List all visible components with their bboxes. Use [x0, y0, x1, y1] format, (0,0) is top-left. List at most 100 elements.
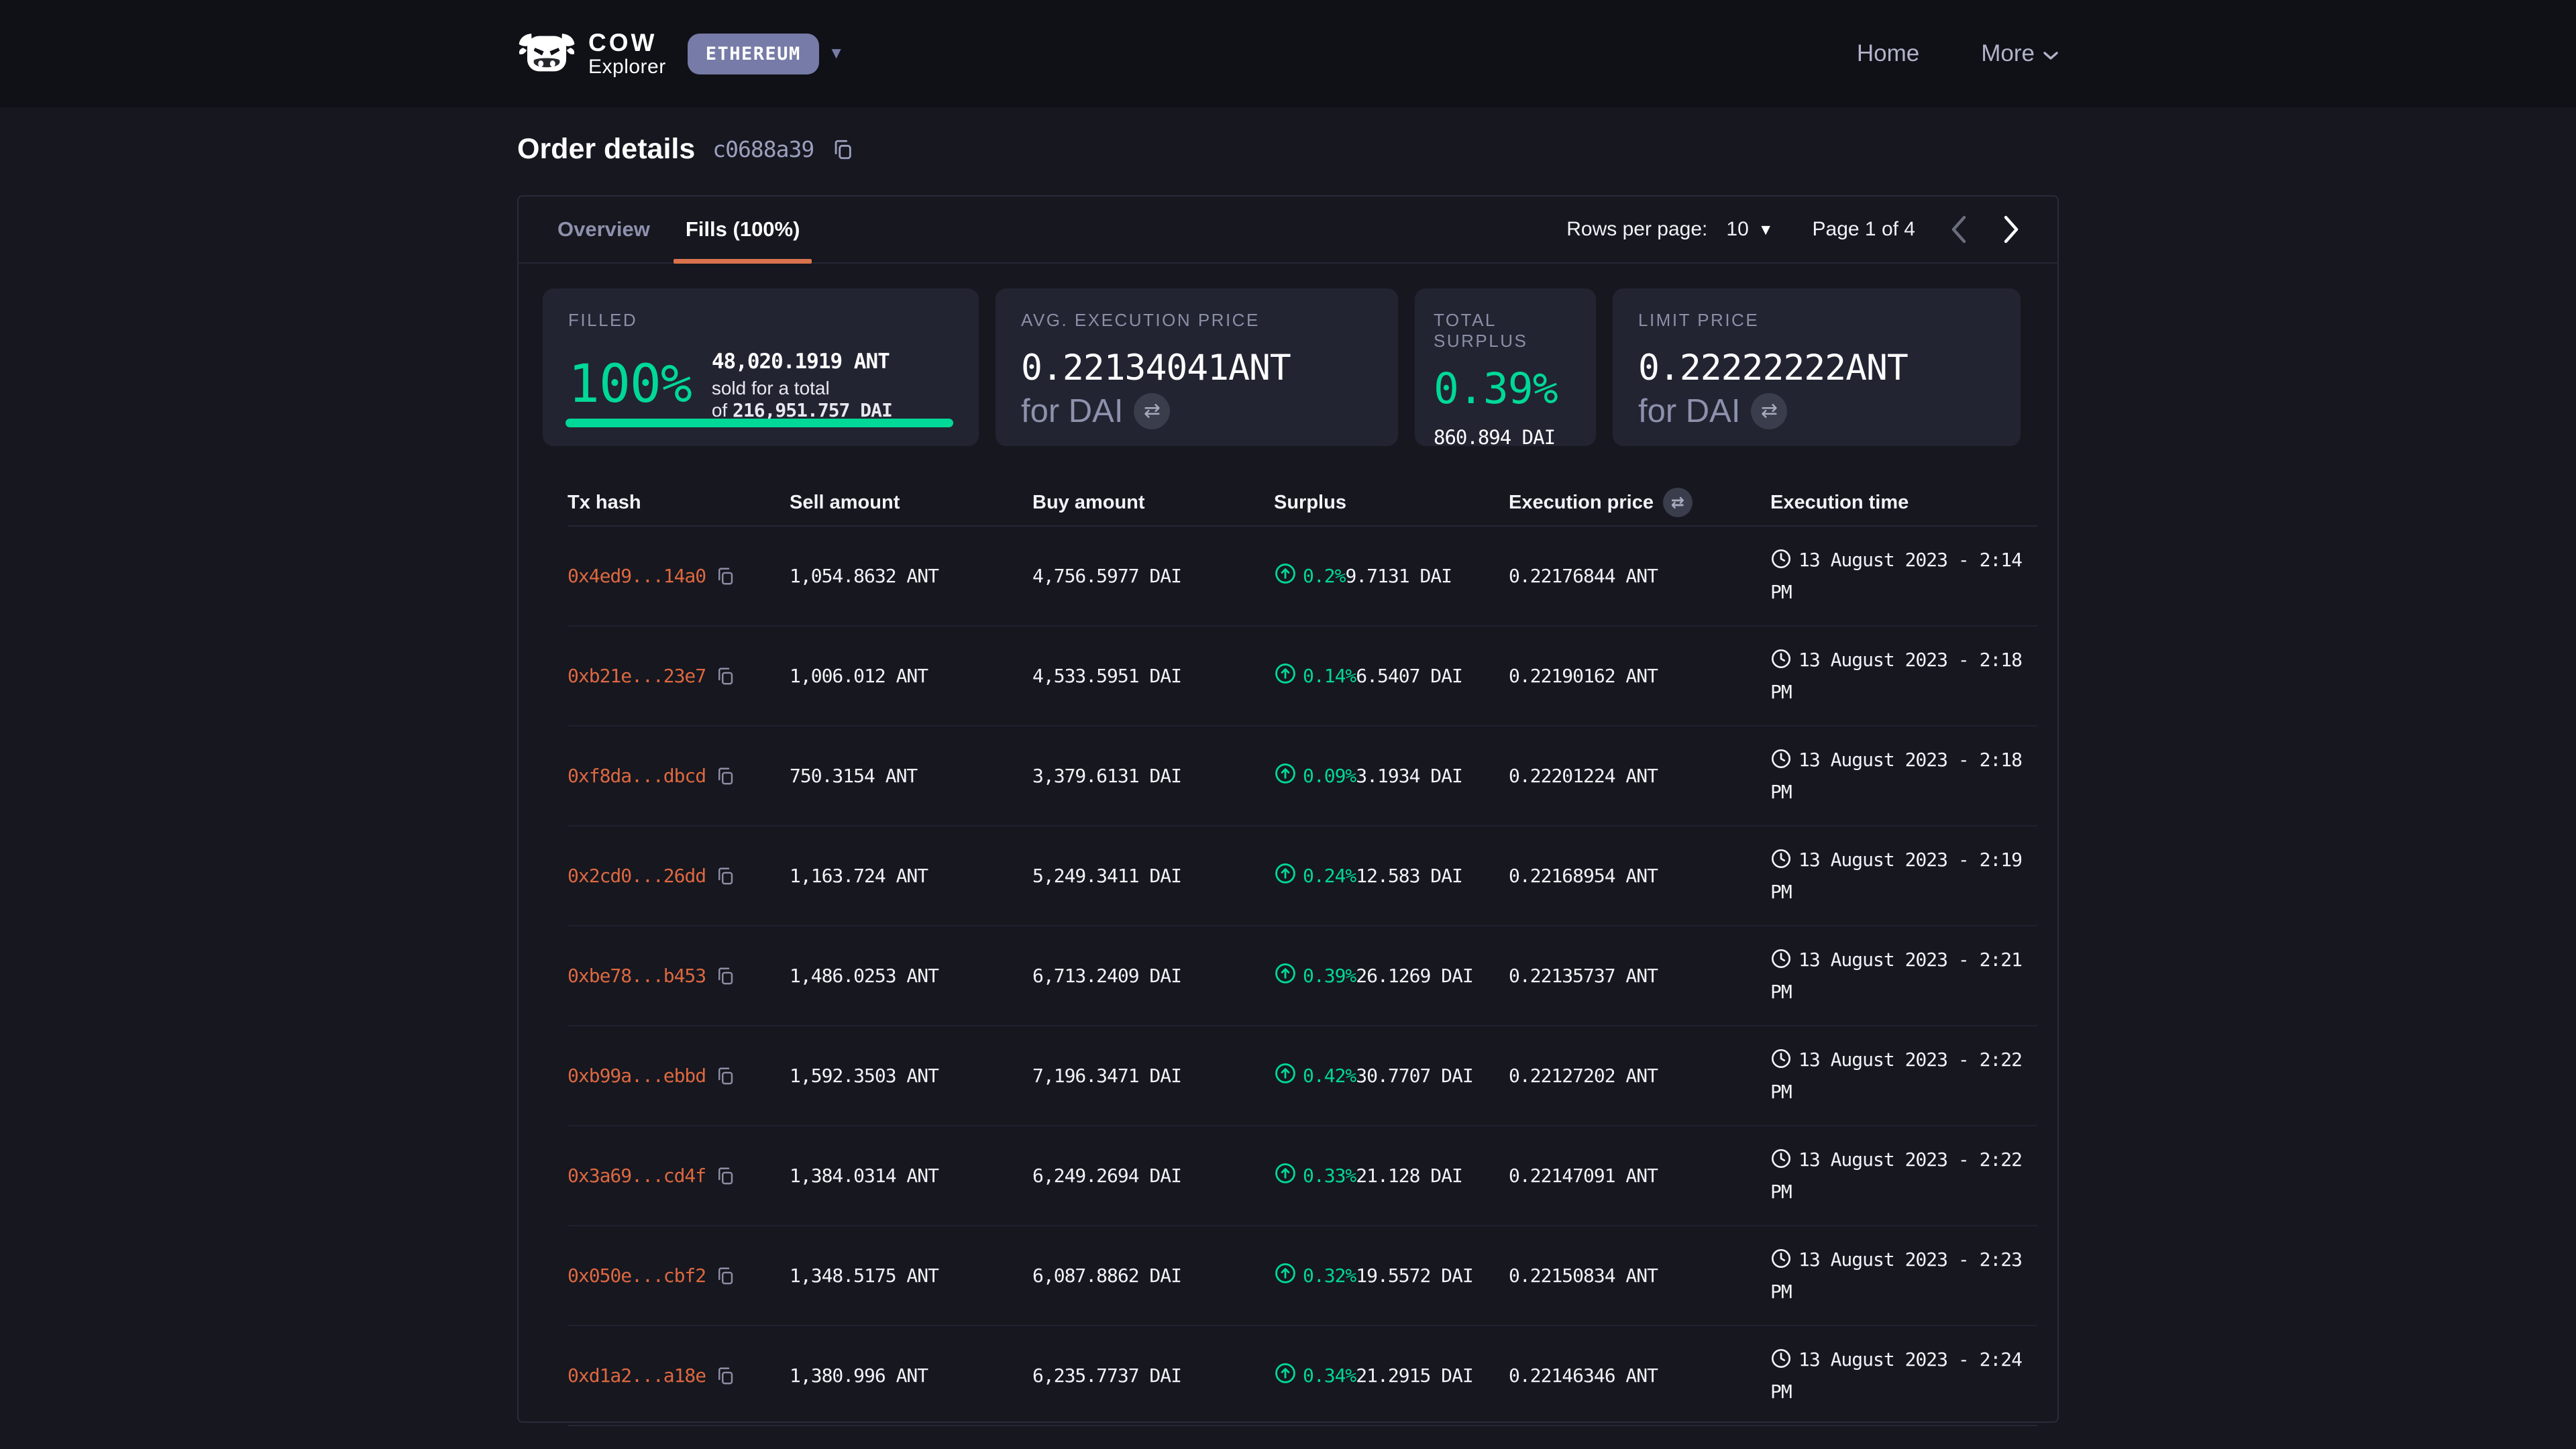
execution-time: 13 August 2023 - 2:22 PM [1770, 1145, 2037, 1207]
copy-tx-button[interactable] [715, 866, 735, 886]
surplus-amount: 21.128 DAI [1356, 1165, 1462, 1187]
tx-hash-link[interactable]: 0x2cd0...26dd [568, 865, 706, 887]
surplus-percent: 0.39% [1303, 965, 1356, 987]
sell-amount: 1,380.996 ANT [790, 1364, 1032, 1387]
execution-price: 0.22201224 ANT [1509, 765, 1770, 787]
filled-card: FILLED 100% 48,020.1919 ANT sold for a t… [543, 288, 979, 446]
sell-amount: 1,054.8632 ANT [790, 565, 1032, 587]
clock-icon [1770, 1052, 1792, 1074]
copy-tx-button[interactable] [715, 966, 735, 986]
next-page-button[interactable] [2002, 214, 2020, 245]
table-row: 0xb99a...ebbd 1,592.3503 ANT 7,196.3471 … [568, 1026, 2037, 1126]
buy-amount: 5,249.3411 DAI [1032, 865, 1274, 887]
tx-hash-link[interactable]: 0xd1a2...a18e [568, 1364, 706, 1387]
page-title: Order details [517, 133, 695, 166]
surplus-amount: 12.583 DAI [1356, 865, 1462, 887]
copy-tx-button[interactable] [715, 1066, 735, 1086]
clock-icon [1770, 1352, 1792, 1374]
execution-price: 0.22176844 ANT [1509, 565, 1770, 587]
surplus-amount: 3.1934 DAI [1356, 765, 1462, 787]
avg-price-label: AVG. EXECUTION PRICE [1021, 310, 1373, 331]
buy-amount: 6,087.8862 DAI [1032, 1265, 1274, 1287]
col-surplus: Surplus [1274, 492, 1509, 514]
tx-hash-link[interactable]: 0x3a69...cd4f [568, 1165, 706, 1187]
tx-hash-link[interactable]: 0xbe78...b453 [568, 965, 706, 987]
limit-price-unit: for DAI [1638, 392, 1740, 430]
surplus-percent: 0.42% [1303, 1065, 1356, 1087]
sell-amount: 1,163.724 ANT [790, 865, 1032, 887]
clock-icon [1770, 1152, 1792, 1174]
surplus-amount: 26.1269 DAI [1356, 965, 1472, 987]
buy-amount: 6,235.7737 DAI [1032, 1364, 1274, 1387]
copy-order-id-button[interactable] [831, 138, 854, 161]
cow-explorer-logo[interactable]: COW Explorer [517, 30, 666, 77]
execution-price: 0.22190162 ANT [1509, 665, 1770, 687]
table-row: 0xbe78...b453 1,486.0253 ANT 6,713.2409 … [568, 926, 2037, 1026]
network-badge[interactable]: ETHEREUM [688, 34, 819, 74]
avg-price-value: 0.22134041ANT [1021, 347, 1373, 390]
tabs: Overview Fills (100%) [545, 197, 812, 262]
limit-price-label: LIMIT PRICE [1638, 310, 1995, 331]
sell-amount: 1,486.0253 ANT [790, 965, 1032, 987]
table-row: 0xb21e...23e7 1,006.012 ANT 4,533.5951 D… [568, 627, 2037, 727]
execution-price: 0.22168954 ANT [1509, 865, 1770, 887]
surplus-percent: 0.32% [1303, 1265, 1356, 1287]
buy-amount: 7,196.3471 DAI [1032, 1065, 1274, 1087]
fills-table: Tx hash Sell amount Buy amount Surplus E… [519, 480, 2057, 1426]
pagination: Rows per page: 10 ▼ Page 1 of 4 [1566, 214, 2020, 245]
swap-currency-icon[interactable]: ⇄ [1134, 393, 1170, 429]
tx-hash-link[interactable]: 0x050e...cbf2 [568, 1265, 706, 1287]
tab-fills[interactable]: Fills (100%) [674, 197, 812, 262]
buy-amount: 4,533.5951 DAI [1032, 665, 1274, 687]
order-panel: Overview Fills (100%) Rows per page: 10 … [517, 195, 2059, 1423]
order-id: c0688a39 [712, 136, 814, 162]
execution-time: 13 August 2023 - 2:22 PM [1770, 1045, 2037, 1107]
col-buy-amount: Buy amount [1032, 492, 1274, 514]
total-surplus-percent: 0.39% [1434, 368, 1577, 410]
tx-hash-link[interactable]: 0xb21e...23e7 [568, 665, 706, 687]
copy-tx-button[interactable] [715, 666, 735, 686]
col-sell-amount: Sell amount [790, 492, 1032, 514]
clock-icon [1770, 752, 1792, 774]
clock-icon [1770, 1252, 1792, 1274]
surplus-percent: 0.34% [1303, 1364, 1356, 1387]
tab-overview[interactable]: Overview [545, 197, 662, 262]
swap-currency-icon[interactable]: ⇄ [1751, 393, 1787, 429]
surplus-percent: 0.33% [1303, 1165, 1356, 1187]
surplus-up-icon [1274, 962, 1297, 989]
copy-tx-button[interactable] [715, 1166, 735, 1186]
tx-hash-link[interactable]: 0xf8da...dbcd [568, 765, 706, 787]
logo-title: COW [588, 30, 666, 56]
execution-time: 13 August 2023 - 2:18 PM [1770, 645, 2037, 707]
filled-sold-total: sold for a total of 216,951.757 DAI [712, 378, 953, 421]
copy-tx-button[interactable] [715, 1366, 735, 1386]
swap-price-unit-icon[interactable]: ⇄ [1663, 488, 1693, 517]
copy-tx-button[interactable] [715, 1266, 735, 1286]
buy-amount: 6,713.2409 DAI [1032, 965, 1274, 987]
execution-time: 13 August 2023 - 2:19 PM [1770, 845, 2037, 907]
table-row: 0x3a69...cd4f 1,384.0314 ANT 6,249.2694 … [568, 1126, 2037, 1226]
sell-amount: 750.3154 ANT [790, 765, 1032, 787]
execution-time: 13 August 2023 - 2:21 PM [1770, 945, 2037, 1007]
surplus-amount: 6.5407 DAI [1356, 665, 1462, 687]
sell-amount: 1,384.0314 ANT [790, 1165, 1032, 1187]
main-nav: Home More [1857, 40, 2059, 67]
top-bar: COW Explorer ETHEREUM ▼ Home More [0, 0, 2576, 107]
rows-per-page-value: 10 [1726, 218, 1748, 241]
copy-tx-button[interactable] [715, 766, 735, 786]
col-tx-hash: Tx hash [568, 492, 790, 514]
prev-page-button[interactable] [1950, 214, 1968, 245]
network-selector[interactable]: ETHEREUM ▼ [688, 34, 845, 74]
tx-hash-link[interactable]: 0x4ed9...14a0 [568, 565, 706, 587]
filled-progress-bar [566, 419, 953, 427]
nav-more[interactable]: More [1981, 40, 2059, 67]
rows-per-page-select[interactable]: 10 ▼ [1726, 218, 1773, 241]
cow-logo-icon [517, 32, 576, 75]
surplus-percent: 0.14% [1303, 665, 1356, 687]
surplus-up-icon [1274, 662, 1297, 690]
surplus-up-icon [1274, 862, 1297, 890]
tx-hash-link[interactable]: 0xb99a...ebbd [568, 1065, 706, 1087]
nav-home[interactable]: Home [1857, 40, 1919, 67]
execution-price: 0.22147091 ANT [1509, 1165, 1770, 1187]
copy-tx-button[interactable] [715, 566, 735, 586]
